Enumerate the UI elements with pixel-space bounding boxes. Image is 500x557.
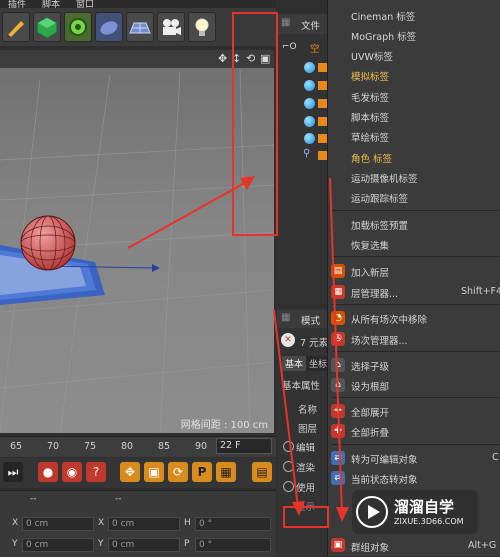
annotation-arrows xyxy=(127,176,349,522)
